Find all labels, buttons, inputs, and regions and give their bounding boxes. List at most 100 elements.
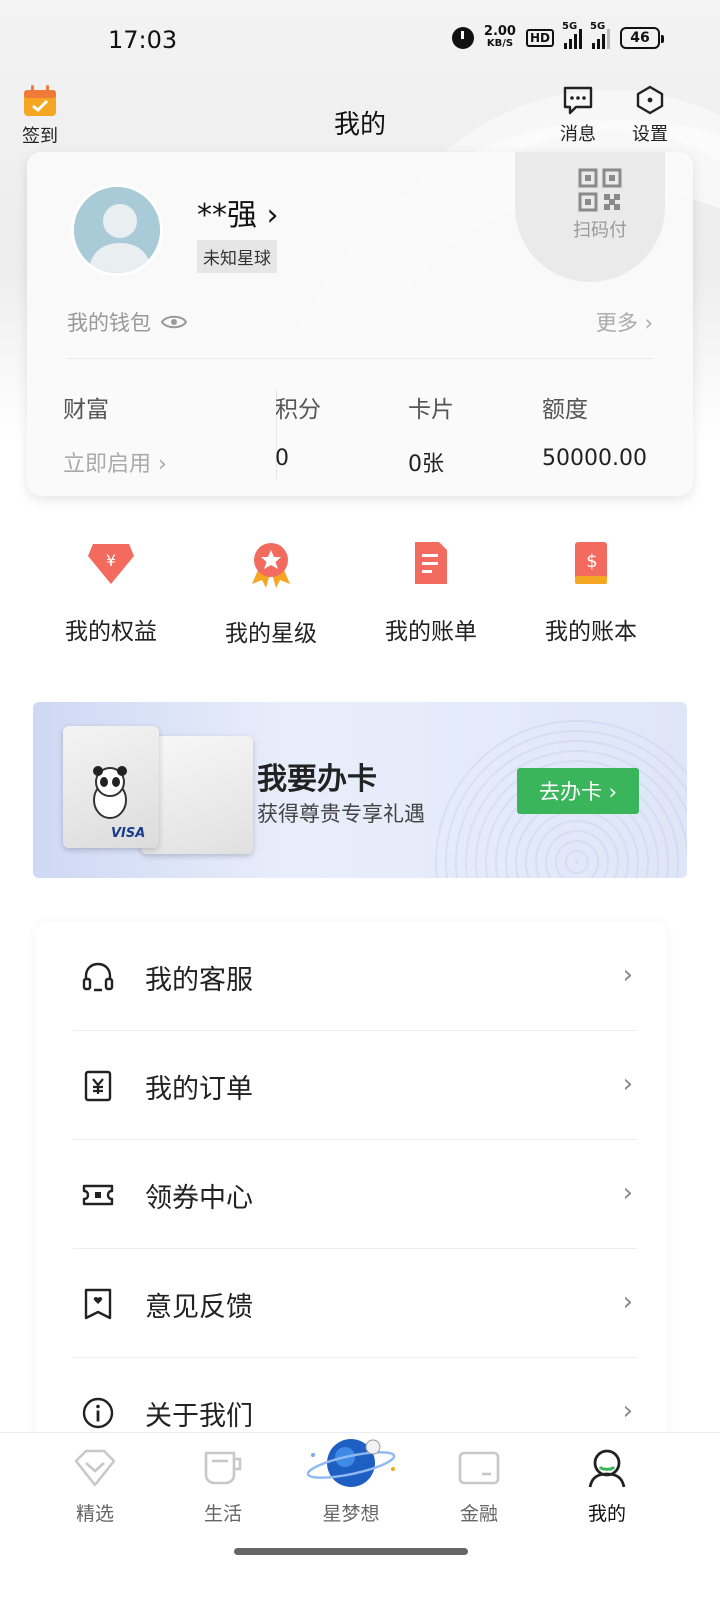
chevron-right-icon: › [622,1069,633,1099]
banner-title: 我要办卡 [257,762,377,797]
settings-label: 设置 [632,124,668,145]
quick-action-label: 我的账本 [545,619,637,645]
stat-wealth[interactable]: 财富 立即启用 › [63,390,167,478]
person-tab-icon [588,1449,626,1488]
ledger-dollar-icon: $ [575,542,607,584]
medal-star-icon [252,543,290,588]
cup-tab-icon [204,1451,242,1485]
wallet-row: 我的钱包 [67,307,187,337]
signal-label: 5G [562,21,578,32]
banner-subtitle: 获得尊贵专享礼遇 [257,802,425,826]
status-time: 17:03 [108,26,178,54]
bill-icon [415,542,447,584]
stat-limit[interactable]: 额度 50000.00 [542,390,647,471]
menu-list: 我的客服 › 我的订单 › 领券中心 › 意见反馈 › 关于我们 › [35,922,667,1482]
tab-finance[interactable]: 金融 [424,1447,534,1526]
wallet-label: 我的钱包 [67,311,151,335]
diamond-yuan-icon: ¥ [88,544,134,584]
eye-icon[interactable] [161,313,187,331]
username: **强 [197,198,257,233]
default-avatar-icon [74,187,160,273]
menu-item-label: 关于我们 [145,1401,253,1432]
planet-tab-icon [306,1439,396,1487]
apply-card-button[interactable]: 去办卡 › [517,768,639,814]
quick-action-label: 我的权益 [65,619,157,645]
quick-action-ledger[interactable]: $ 我的账本 [511,540,671,646]
settings-hexagon-icon [636,85,664,115]
page-header: 签到 我的 消息 设置 [0,80,720,160]
messages-label: 消息 [560,124,596,145]
bottom-tab-bar: 精选 生活 星梦想 金融 我的 [0,1432,720,1608]
net-speed-unit: KB/S [486,38,514,49]
divider [67,358,653,359]
signal-icon: 5G [562,21,582,49]
alarm-icon [451,27,474,49]
home-indicator[interactable] [234,1548,468,1555]
status-icons: 2.00 KB/S HD 5G 5G 46 [451,21,664,50]
stat-label: 额度 [542,397,588,423]
tab-mine[interactable]: 我的 [552,1447,662,1526]
quick-action-benefits[interactable]: ¥ 我的权益 [31,540,191,646]
settings-button[interactable]: 设置 [632,84,668,146]
svg-text:¥: ¥ [106,551,116,570]
stat-label: 财富 [63,397,109,423]
quick-action-bill[interactable]: 我的账单 [351,540,511,646]
tab-label: 金融 [459,1503,498,1525]
username-link[interactable]: **强 › [197,190,279,234]
stat-value: 50000.00 [542,446,647,471]
tab-label: 我的 [587,1503,626,1525]
wallet-stats: 财富 立即启用 › 积分 0 卡片 0张 额度 50000.00 [63,390,663,480]
avatar[interactable] [71,184,163,276]
card-tab-icon [458,1451,500,1485]
stat-value: 立即启用 › [63,452,167,477]
diamond-tab-icon [74,1449,116,1487]
quick-actions: ¥ 我的权益 我的星级 我的账单 $ 我的账本 [0,540,720,670]
qr-code-icon [578,168,622,212]
menu-item-customer-service[interactable]: 我的客服 › [35,922,667,1031]
stat-label: 卡片 [408,397,454,423]
apply-card-banner[interactable]: VISA 我要办卡 获得尊贵专享礼遇 去办卡 › [33,702,687,878]
quick-action-star-level[interactable]: 我的星级 [191,540,351,648]
message-icon [563,86,593,115]
profile-card: **强 › 未知星球 扫码付 我的钱包 更多 › 财富 立即启用 › 积分 0 … [27,152,693,496]
chevron-right-icon: › [622,1287,633,1317]
stat-label: 积分 [275,397,321,423]
stat-points[interactable]: 积分 0 [275,390,321,471]
chevron-right-icon: › [622,960,633,990]
menu-item-coupons[interactable]: 领券中心 › [35,1140,667,1249]
scan-pay-label: 扫码付 [573,220,627,241]
menu-item-orders[interactable]: 我的订单 › [35,1031,667,1140]
stat-value: 0张 [408,452,444,477]
net-speed-value: 2.00 [483,24,516,39]
battery-icon: 46 [620,27,664,49]
chevron-right-icon: › [266,198,279,233]
info-icon [82,1397,114,1429]
chevron-right-icon: › [622,1178,633,1208]
visa-logo: VISA [111,826,146,841]
feedback-icon [84,1288,112,1320]
page-title: 我的 [333,110,386,140]
hd-icon: HD [525,29,554,47]
menu-item-feedback[interactable]: 意见反馈 › [35,1249,667,1358]
tab-star-dream[interactable]: 星梦想 [296,1433,406,1526]
stat-value: 0 [275,446,289,471]
quick-action-label: 我的账单 [385,619,477,645]
stat-cards[interactable]: 卡片 0张 [408,390,454,478]
tab-label: 精选 [75,1503,114,1525]
panda-mascot-icon [93,766,127,819]
status-bar: 17:03 2.00 KB/S HD 5G 5G 46 [0,0,720,80]
planet-tag: 未知星球 [197,240,277,273]
coupon-icon [82,1184,114,1206]
scan-pay-button[interactable]: 扫码付 [573,168,627,242]
tab-featured[interactable]: 精选 [40,1447,150,1526]
messages-button[interactable]: 消息 [560,84,596,146]
chevron-right-icon: › [622,1396,633,1426]
menu-item-label: 领券中心 [145,1183,253,1214]
more-link[interactable]: 更多 › [596,307,653,337]
quick-action-label: 我的星级 [225,621,317,647]
menu-item-label: 意见反馈 [145,1292,253,1323]
tab-life[interactable]: 生活 [168,1447,278,1526]
menu-item-label: 我的订单 [145,1074,253,1105]
svg-text:$: $ [586,551,597,572]
network-speed: 2.00 KB/S [483,24,516,50]
